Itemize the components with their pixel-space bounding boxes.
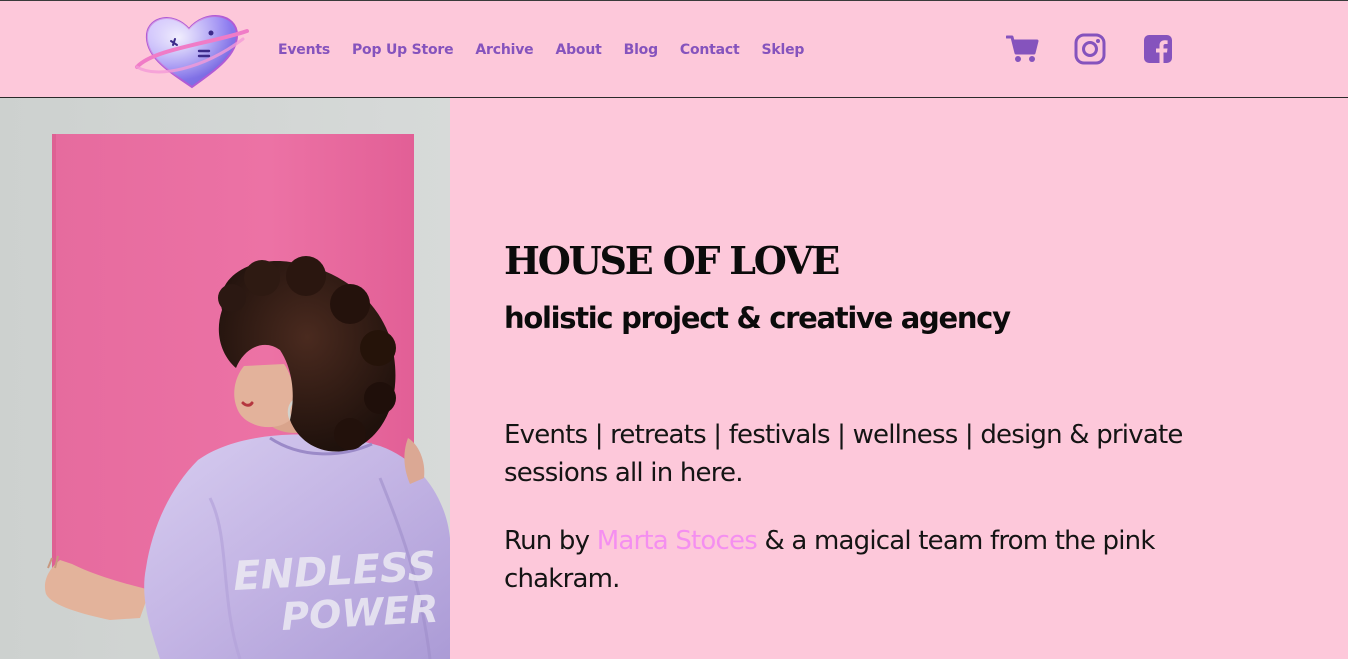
instagram-icon[interactable] (1074, 33, 1106, 65)
page-subtitle: holistic project & creative agency (504, 301, 1011, 335)
nav-item-events[interactable]: Events (278, 42, 330, 58)
shopping-cart-icon[interactable] (1006, 34, 1039, 64)
jacket-print-line2: POWER (280, 587, 439, 639)
nav-item-pop-up-store[interactable]: Pop Up Store (352, 42, 454, 58)
nav-item-archive[interactable]: Archive (475, 42, 533, 58)
team-paragraph-prefix: Run by (504, 526, 597, 556)
face (234, 364, 295, 428)
page: Events Pop Up Store Archive About Blog C… (0, 0, 1348, 659)
author-link[interactable]: Marta Stoces (597, 526, 758, 556)
nav-item-contact[interactable]: Contact (680, 42, 740, 58)
nav-item-about[interactable]: About (555, 42, 601, 58)
team-paragraph: Run by Marta Stoces & a magical team fro… (504, 522, 1244, 598)
page-title: HOUSE OF LOVE (504, 238, 840, 283)
nav-item-blog[interactable]: Blog (624, 42, 659, 58)
main-nav: Events Pop Up Store Archive About Blog C… (278, 1, 804, 99)
heart-logo[interactable] (133, 9, 251, 91)
intro-paragraph: Events | retreats | festivals | wellness… (504, 420, 1183, 488)
facebook-icon[interactable] (1144, 35, 1172, 63)
hero-photo: ENDLESS POWER (0, 98, 450, 659)
nav-item-sklep[interactable]: Sklep (762, 42, 805, 58)
site-header: Events Pop Up Store Archive About Blog C… (0, 0, 1348, 98)
